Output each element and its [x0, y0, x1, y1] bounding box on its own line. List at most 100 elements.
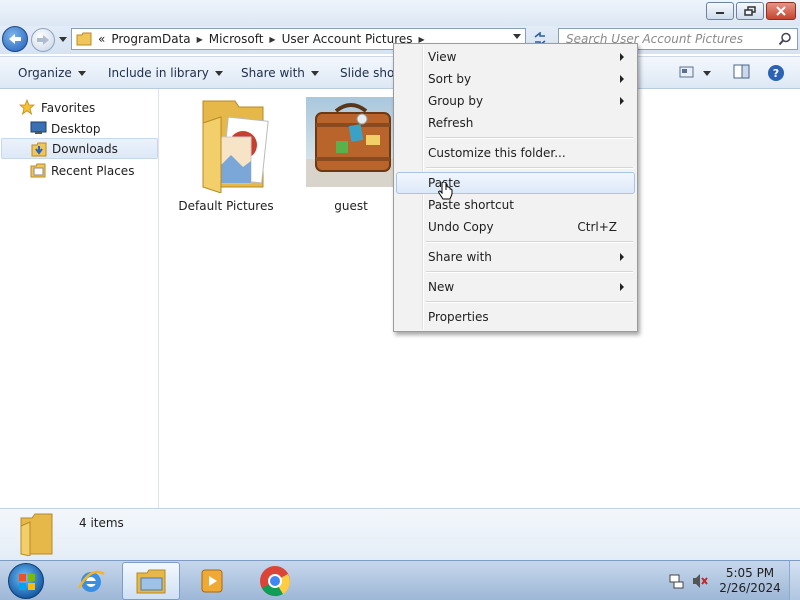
submenu-arrow-icon: [620, 283, 624, 291]
menu-separator: [426, 137, 633, 139]
breadcrumb-microsoft[interactable]: Microsoft: [209, 32, 264, 46]
include-in-library-button[interactable]: Include in library: [108, 66, 223, 80]
menu-item-label: Properties: [428, 310, 489, 324]
menu-item-label: New: [428, 280, 455, 294]
system-clock[interactable]: 5:05 PM 2/26/2024: [716, 566, 784, 596]
file-item-default-pictures[interactable]: Default Pictures: [171, 97, 281, 213]
menu-item-label: Customize this folder...: [428, 146, 566, 160]
downloads-folder-icon: [31, 142, 47, 157]
search-icon[interactable]: [778, 32, 792, 46]
suitcase-thumbnail: [306, 97, 396, 193]
menu-item-shortcut: Ctrl+Z: [577, 220, 617, 234]
taskbar-windows-explorer[interactable]: [122, 562, 180, 600]
breadcrumb-separator-icon[interactable]: ▶: [269, 35, 275, 44]
mouse-pointer-hand-icon: [438, 182, 453, 200]
organize-button[interactable]: Organize: [18, 66, 86, 80]
menu-item-properties[interactable]: Properties: [396, 306, 635, 328]
chrome-icon: [260, 566, 290, 597]
minimize-icon: [716, 12, 724, 14]
menu-item-refresh[interactable]: Refresh: [396, 112, 635, 134]
file-name: Default Pictures: [178, 199, 274, 213]
media-player-icon: [201, 569, 223, 593]
breadcrumb-separator-icon[interactable]: ▶: [197, 35, 203, 44]
windows-explorer-icon: [136, 569, 166, 594]
start-button[interactable]: [8, 563, 44, 599]
sidebar-item-label: Desktop: [51, 121, 101, 136]
chevron-down-icon: [310, 70, 319, 76]
menu-separator: [426, 167, 633, 169]
breadcrumb-programdata[interactable]: ProgramData: [111, 32, 190, 46]
item-count: 4 items: [79, 516, 124, 530]
back-button[interactable]: [2, 26, 28, 52]
recent-places-icon: [30, 163, 46, 178]
menu-item-label: Refresh: [428, 116, 474, 130]
help-icon[interactable]: ?: [767, 64, 785, 82]
windows-logo-icon: [19, 574, 35, 590]
preview-pane-icon[interactable]: [733, 64, 750, 80]
change-view-icon[interactable]: [679, 64, 695, 80]
maximize-icon: [744, 6, 756, 16]
folder-icon: [76, 32, 92, 46]
show-desktop-button[interactable]: [789, 561, 800, 600]
star-icon: [19, 99, 35, 115]
taskbar-chrome[interactable]: [246, 562, 304, 600]
sidebar-item-label: Downloads: [52, 141, 118, 156]
window-controls: [706, 2, 796, 20]
menu-item-label: Undo Copy: [428, 220, 494, 234]
view-options-dropdown-icon[interactable]: [703, 71, 711, 76]
menu-item-label: Sort by: [428, 72, 472, 86]
file-name: guest: [334, 199, 368, 213]
chevron-down-icon: [77, 70, 86, 76]
volume-muted-icon[interactable]: [692, 573, 708, 589]
clock-time: 5:05 PM: [725, 566, 775, 580]
recent-pages-dropdown[interactable]: [58, 34, 68, 44]
share-with-label: Share with: [241, 66, 305, 80]
sidebar-item-favorites[interactable]: Favorites: [0, 97, 157, 118]
forward-arrow-icon: [37, 35, 49, 45]
taskbar-media-player[interactable]: [183, 562, 241, 600]
network-icon[interactable]: [668, 573, 684, 589]
desktop-icon: [30, 121, 47, 134]
close-icon: [776, 6, 786, 16]
navigation-pane: Favorites Desktop Downloads Recent Place…: [0, 89, 159, 508]
close-button[interactable]: [766, 2, 796, 20]
menu-item-group-by[interactable]: Group by: [396, 90, 635, 112]
menu-item-customize-folder[interactable]: Customize this folder...: [396, 142, 635, 164]
sidebar-item-downloads[interactable]: Downloads: [1, 138, 158, 159]
taskbar-internet-explorer[interactable]: [62, 562, 120, 600]
submenu-arrow-icon: [620, 253, 624, 261]
details-pane: 4 items: [0, 508, 800, 560]
pictures-folder-icon: [181, 97, 271, 194]
menu-item-label: Share with: [428, 250, 492, 264]
forward-button[interactable]: [31, 28, 55, 52]
address-history-dropdown-icon[interactable]: [513, 34, 521, 39]
taskbar: 5:05 PM 2/26/2024: [0, 560, 800, 600]
submenu-arrow-icon: [620, 97, 624, 105]
breadcrumb-overflow[interactable]: «: [98, 32, 105, 46]
menu-item-share-with[interactable]: Share with: [396, 246, 635, 268]
sidebar-item-desktop[interactable]: Desktop: [0, 118, 157, 139]
title-bar: [0, 0, 800, 26]
menu-item-new[interactable]: New: [396, 276, 635, 298]
menu-item-paste[interactable]: Paste: [396, 172, 635, 194]
internet-explorer-icon: [77, 570, 105, 592]
sidebar-item-recent-places[interactable]: Recent Places: [0, 160, 157, 181]
menu-item-undo-copy[interactable]: Undo Copy Ctrl+Z: [396, 216, 635, 238]
file-item-guest[interactable]: guest: [296, 97, 406, 213]
organize-label: Organize: [18, 66, 72, 80]
menu-separator: [426, 301, 633, 303]
context-menu: View Sort by Group by Refresh Customize …: [393, 43, 638, 332]
sidebar-item-label: Recent Places: [51, 163, 135, 178]
sidebar-item-label: Favorites: [41, 100, 96, 115]
submenu-arrow-icon: [620, 75, 624, 83]
menu-item-sort-by[interactable]: Sort by: [396, 68, 635, 90]
menu-item-view[interactable]: View: [396, 46, 635, 68]
clock-date: 2/26/2024: [719, 581, 781, 595]
share-with-button[interactable]: Share with: [241, 66, 319, 80]
minimize-button[interactable]: [706, 2, 734, 20]
maximize-button[interactable]: [736, 2, 764, 20]
menu-item-paste-shortcut[interactable]: Paste shortcut: [396, 194, 635, 216]
back-arrow-icon: [9, 34, 21, 44]
include-in-library-label: Include in library: [108, 66, 209, 80]
chevron-down-icon: [59, 36, 67, 42]
